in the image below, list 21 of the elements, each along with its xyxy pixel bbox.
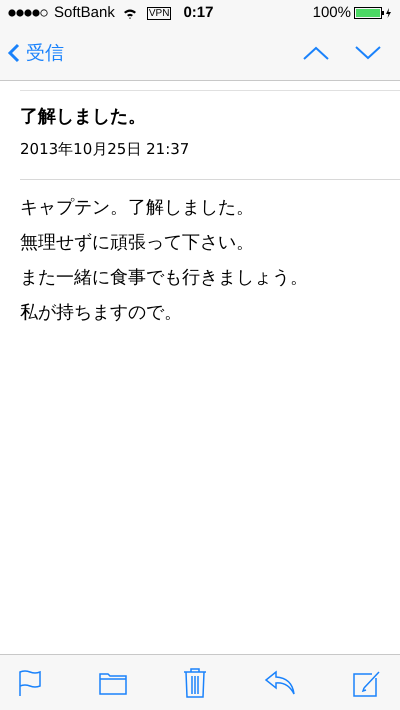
message-subject: 了解しました。 (20, 105, 147, 129)
body-text: キャプテン。了解しました。 (20, 196, 255, 220)
battery-percent: 100% (312, 2, 351, 23)
back-button[interactable]: 受信 (8, 38, 64, 68)
wifi-icon (122, 8, 137, 18)
battery-icon (354, 7, 392, 19)
carrier-name: SoftBank (54, 2, 115, 23)
chevron-down-icon[interactable] (354, 45, 382, 61)
flag-icon[interactable] (18, 668, 42, 696)
vpn-badge: VPN (146, 6, 172, 20)
reply-icon[interactable] (264, 670, 296, 696)
chevron-left-icon (8, 43, 20, 63)
trash-icon[interactable] (183, 666, 207, 698)
signal-icon (8, 9, 50, 17)
clock-time: 0:17 (183, 2, 214, 23)
chevron-up-icon[interactable] (302, 45, 330, 61)
message-date: 2013年10月25日 21:37 (20, 139, 190, 160)
body-text: 私が持ちますので。 (20, 300, 183, 324)
folder-icon[interactable] (98, 670, 126, 694)
body-text: 無理せずに頑張って下さい。 (20, 230, 255, 254)
body-text: また一緒に食事でも行きましょう。 (20, 266, 309, 290)
